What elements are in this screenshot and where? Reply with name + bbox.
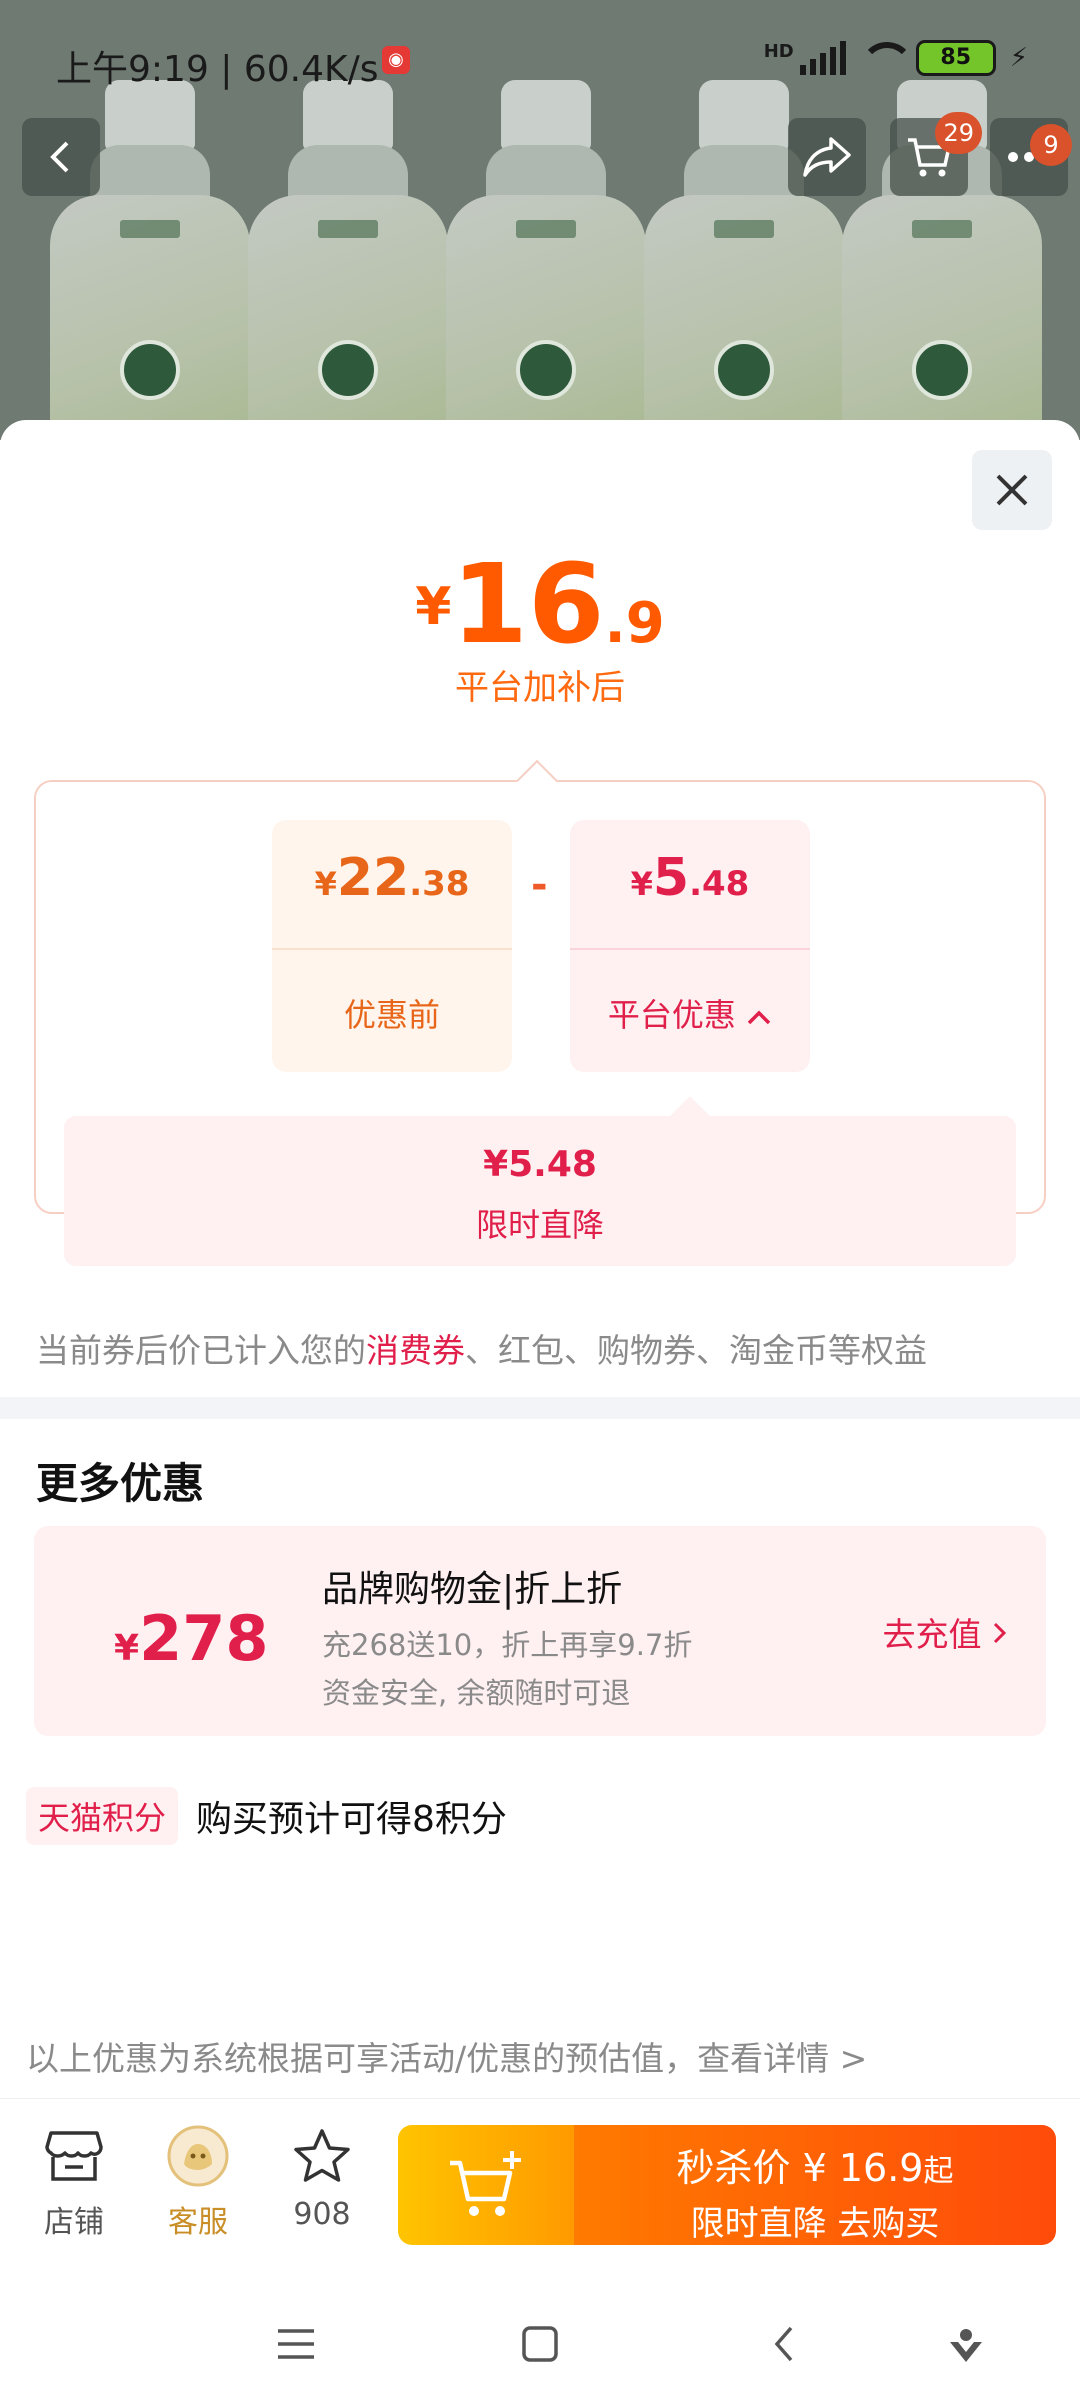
close-button[interactable]: [972, 450, 1052, 530]
flash-sale-action: 限时直降 去购买: [690, 2204, 940, 2244]
platform-discount-value: ¥5.48: [630, 848, 750, 908]
original-price-label: 优惠前: [343, 996, 440, 1034]
original-price-value: ¥22.38: [314, 848, 470, 908]
product-bottle: [446, 70, 646, 440]
signal-icon: [799, 41, 846, 75]
favorite-count: 908: [293, 2197, 351, 2232]
home-button[interactable]: [510, 2314, 570, 2374]
recent-apps-button[interactable]: [266, 2314, 326, 2374]
price-note: 当前券后价已计入您的消费券、红包、购物券、淘金币等权益: [36, 1331, 927, 1370]
share-button[interactable]: [788, 118, 866, 196]
instant-discount-label: 限时直降: [475, 1206, 604, 1244]
tmall-points-row: 天猫积分 购买预计可得8积分: [26, 1787, 507, 1845]
platform-discount-card[interactable]: ¥5.48 平台优惠: [570, 820, 810, 1072]
back-triangle-icon: [774, 2326, 793, 2362]
credit-title: 品牌购物金|折上折: [322, 1569, 623, 1610]
add-to-cart-icon: [450, 2151, 521, 2216]
consumption-coupon-link[interactable]: 消费券: [366, 1331, 465, 1370]
battery-icon: 85: [915, 40, 996, 76]
flash-sale-buy[interactable]: 秒杀价 ¥ 16.9起 限时直降 去购买: [574, 2125, 1056, 2245]
final-price-label: 平台加补后: [455, 668, 625, 708]
recharge-button[interactable]: 去充值: [883, 1608, 1009, 1656]
more-badge: 9: [1030, 124, 1072, 166]
charging-icon: ⚡: [1009, 43, 1028, 73]
section-divider: [0, 1397, 1080, 1419]
customer-service-icon: [167, 2125, 229, 2187]
hd-indicator: HD: [763, 40, 794, 62]
disclaimer-link[interactable]: 以上优惠为系统根据可享活动/优惠的预估值，查看详情 >: [26, 2032, 867, 2080]
cart-button[interactable]: 29: [890, 112, 982, 196]
store-icon: [45, 2131, 103, 2181]
system-navigation-bar: [0, 2278, 1080, 2400]
share-icon: [803, 137, 851, 177]
chevron-up-icon: [747, 1010, 771, 1025]
credit-description: 充268送10，折上再享9.7折: [322, 1628, 693, 1662]
platform-discount-label: 平台优惠: [570, 990, 810, 1036]
flash-sale-price: 秒杀价 ¥ 16.9起: [676, 2146, 954, 2190]
bottom-action-bar: 店铺 客服 908 秒杀价 ¥ 16.9起 限时直降 去购买: [0, 2098, 1080, 2278]
assistant-button[interactable]: [936, 2314, 996, 2374]
price-breakdown: ¥22.38 优惠前 - ¥5.48 平台优惠 ¥5.48 限时直降: [34, 759, 1046, 1266]
close-icon: [996, 474, 1028, 506]
customer-service-button[interactable]: 客服: [148, 2121, 248, 2241]
favorite-button[interactable]: 908: [272, 2121, 372, 2232]
more-button[interactable]: 9: [990, 118, 1072, 196]
original-price-card: ¥22.38 优惠前: [272, 820, 512, 1072]
back-button[interactable]: [22, 118, 100, 196]
status-time: 上午9:19 | 60.4K/s: [56, 49, 379, 90]
chevron-right-icon: [993, 1622, 1007, 1644]
cart-badge: 29: [935, 112, 982, 154]
wifi-icon: [859, 42, 914, 74]
customer-service-label: 客服: [168, 2205, 228, 2240]
screen-record-icon: ◉: [382, 46, 410, 74]
assistant-icon: [950, 2329, 982, 2362]
store-label: 店铺: [44, 2205, 104, 2240]
home-square-icon: [522, 2326, 558, 2362]
final-price: ¥16.9: [415, 540, 665, 668]
credit-amount: ¥278: [114, 1602, 269, 1675]
credit-safety-note: 资金安全, 余额随时可退: [322, 1676, 631, 1710]
buy-now-button[interactable]: 秒杀价 ¥ 16.9起 限时直降 去购买: [398, 2125, 1056, 2245]
brand-shopping-credit-card[interactable]: ¥278 品牌购物金|折上折 充268送10，折上再享9.7折 资金安全, 余额…: [34, 1526, 1046, 1736]
instant-discount-value: ¥5.48: [483, 1144, 597, 1185]
tmall-points-text: 购买预计可得8积分: [196, 1799, 507, 1840]
status-bar: 上午9:19 | 60.4K/s ◉ HD 85 ⚡: [0, 0, 1080, 120]
minus-sign: -: [531, 862, 548, 908]
discount-detail-item: ¥5.48 限时直降: [64, 1096, 1016, 1266]
tmall-points-tag: 天猫积分: [26, 1787, 179, 1845]
system-back-button[interactable]: [754, 2314, 814, 2374]
star-icon: [294, 2129, 350, 2182]
add-to-cart-button[interactable]: [398, 2125, 574, 2245]
menu-icon: [278, 2329, 314, 2359]
chevron-left-icon: [50, 141, 69, 173]
store-button[interactable]: 店铺: [24, 2121, 124, 2241]
more-discounts-title: 更多优惠: [36, 1459, 205, 1508]
product-bottle: [248, 70, 448, 440]
